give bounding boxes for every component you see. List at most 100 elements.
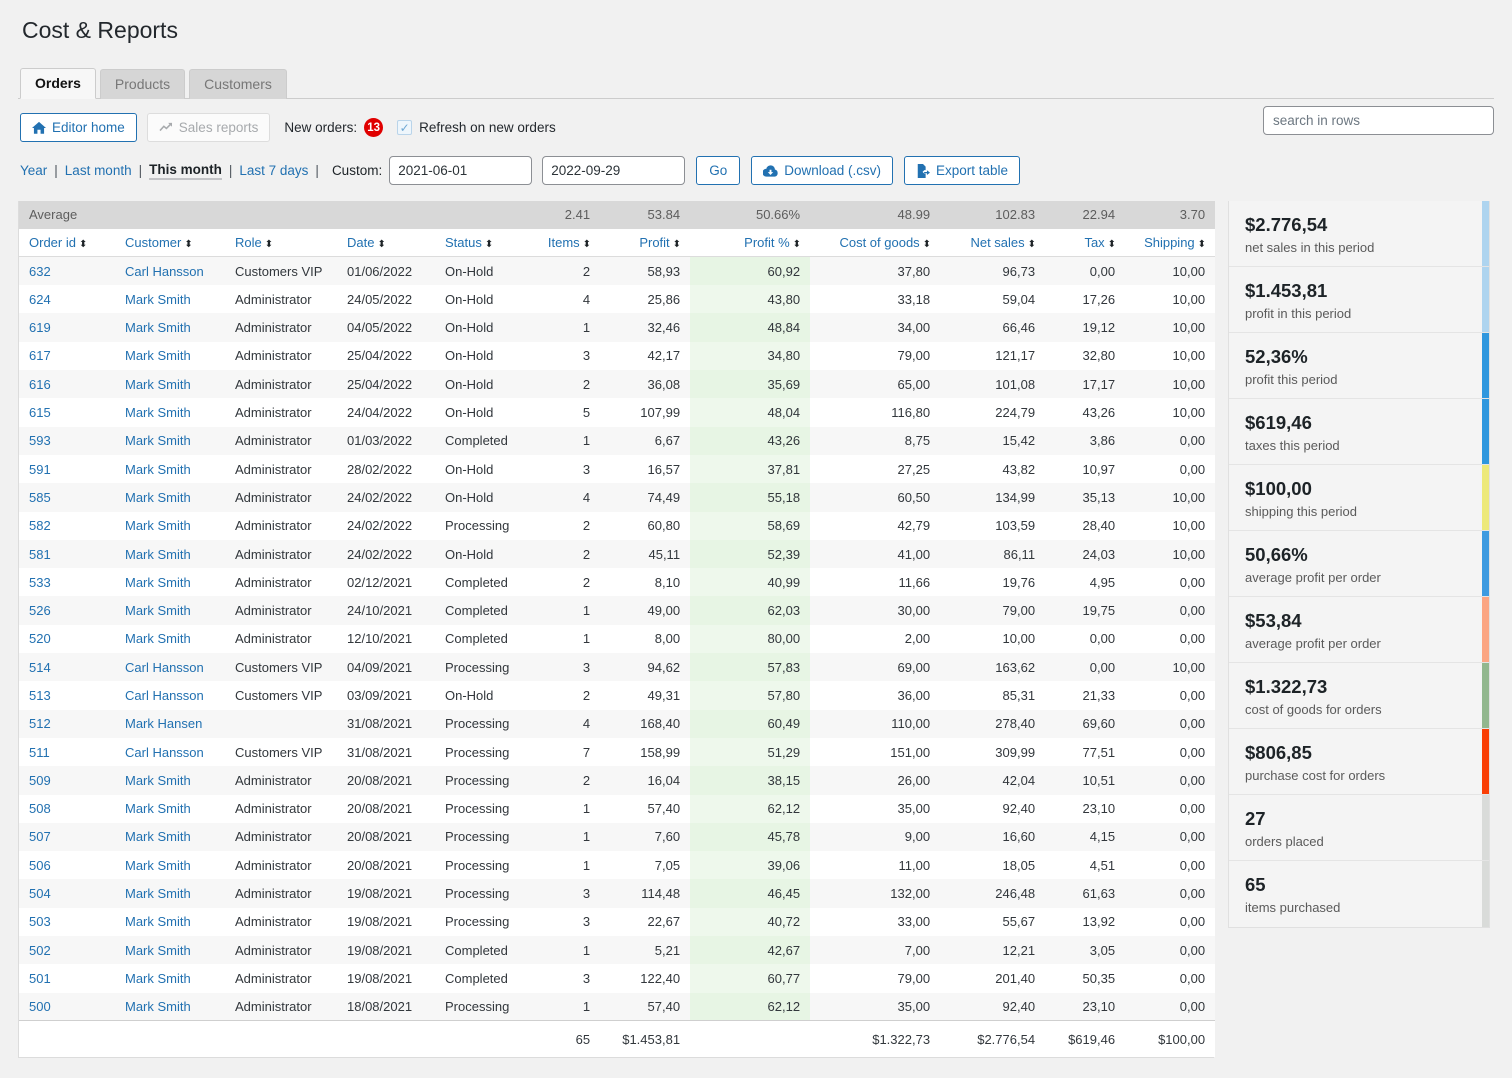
order-id-link[interactable]: 617 bbox=[29, 348, 51, 363]
sort-arrows-icon[interactable]: ⬍ bbox=[1028, 239, 1035, 250]
customer-link[interactable]: Mark Smith bbox=[125, 433, 191, 448]
column-header-profit[interactable]: Profit⬍ bbox=[600, 229, 690, 257]
column-header-date[interactable]: Date⬍ bbox=[337, 229, 435, 257]
customer-link[interactable]: Carl Hansson bbox=[125, 745, 204, 760]
order-id-link[interactable]: 503 bbox=[29, 914, 51, 929]
cell-date: 24/02/2022 bbox=[337, 512, 435, 540]
order-id-link[interactable]: 581 bbox=[29, 547, 51, 562]
customer-link[interactable]: Mark Smith bbox=[125, 829, 191, 844]
customer-link[interactable]: Mark Smith bbox=[125, 886, 191, 901]
column-header-status[interactable]: Status⬍ bbox=[435, 229, 515, 257]
sort-arrows-icon[interactable]: ⬍ bbox=[583, 239, 590, 250]
order-id-link[interactable]: 508 bbox=[29, 801, 51, 816]
order-id-link[interactable]: 624 bbox=[29, 292, 51, 307]
customer-link[interactable]: Mark Smith bbox=[125, 773, 191, 788]
customer-link[interactable]: Mark Smith bbox=[125, 858, 191, 873]
order-id-link[interactable]: 506 bbox=[29, 858, 51, 873]
column-header-profit-pct[interactable]: Profit %⬍ bbox=[690, 229, 810, 257]
sort-arrows-icon[interactable]: ⬍ bbox=[673, 239, 680, 250]
sort-arrows-icon[interactable]: ⬍ bbox=[1198, 239, 1205, 250]
export-table-button[interactable]: Export table bbox=[904, 156, 1020, 185]
order-id-link[interactable]: 533 bbox=[29, 575, 51, 590]
column-header-role[interactable]: Role⬍ bbox=[225, 229, 337, 257]
column-header-net-sales[interactable]: Net sales⬍ bbox=[940, 229, 1045, 257]
order-id-link[interactable]: 526 bbox=[29, 603, 51, 618]
customer-link[interactable]: Mark Smith bbox=[125, 801, 191, 816]
order-id-link[interactable]: 616 bbox=[29, 377, 51, 392]
customer-link[interactable]: Mark Smith bbox=[125, 914, 191, 929]
sort-arrows-icon[interactable]: ⬍ bbox=[184, 239, 191, 250]
customer-link[interactable]: Carl Hansson bbox=[125, 688, 204, 703]
order-id-link[interactable]: 511 bbox=[29, 745, 50, 760]
date-range-link-last-7-days[interactable]: Last 7 days bbox=[239, 163, 308, 178]
order-id-link[interactable]: 504 bbox=[29, 886, 51, 901]
date-from-input[interactable] bbox=[389, 156, 532, 185]
total-shipping: $100,00 bbox=[1125, 1021, 1215, 1057]
sort-arrows-icon[interactable]: ⬍ bbox=[265, 239, 272, 250]
order-id-link[interactable]: 619 bbox=[29, 320, 51, 335]
customer-link[interactable]: Mark Smith bbox=[125, 320, 191, 335]
customer-link[interactable]: Mark Smith bbox=[125, 631, 191, 646]
tab-products[interactable]: Products bbox=[100, 69, 185, 99]
customer-link[interactable]: Mark Smith bbox=[125, 943, 191, 958]
tab-orders[interactable]: Orders bbox=[20, 68, 96, 99]
order-id-link[interactable]: 513 bbox=[29, 688, 51, 703]
order-id-link[interactable]: 632 bbox=[29, 264, 51, 279]
cell-status: On-Hold bbox=[435, 455, 515, 483]
order-id-link[interactable]: 507 bbox=[29, 829, 51, 844]
column-header-customer[interactable]: Customer⬍ bbox=[115, 229, 225, 257]
customer-link[interactable]: Mark Smith bbox=[125, 999, 191, 1014]
order-id-link[interactable]: 512 bbox=[29, 716, 51, 731]
customer-link[interactable]: Mark Hansen bbox=[125, 716, 202, 731]
sort-arrows-icon[interactable]: ⬍ bbox=[79, 239, 86, 250]
download-csv-button[interactable]: Download (.csv) bbox=[751, 156, 893, 185]
order-id-link[interactable]: 582 bbox=[29, 518, 51, 533]
editor-home-button[interactable]: Editor home bbox=[20, 113, 137, 142]
customer-link[interactable]: Mark Smith bbox=[125, 603, 191, 618]
date-range-link-this-month[interactable]: This month bbox=[149, 162, 222, 180]
customer-link[interactable]: Mark Smith bbox=[125, 547, 191, 562]
order-id-link[interactable]: 502 bbox=[29, 943, 51, 958]
customer-link[interactable]: Mark Smith bbox=[125, 518, 191, 533]
sort-arrows-icon[interactable]: ⬍ bbox=[793, 239, 800, 250]
date-range-link-year[interactable]: Year bbox=[20, 163, 47, 178]
customer-link[interactable]: Mark Smith bbox=[125, 575, 191, 590]
tab-customers[interactable]: Customers bbox=[189, 69, 287, 99]
date-to-input[interactable] bbox=[542, 156, 685, 185]
sort-arrows-icon[interactable]: ⬍ bbox=[377, 239, 384, 250]
customer-link[interactable]: Carl Hansson bbox=[125, 660, 204, 675]
customer-link[interactable]: Mark Smith bbox=[125, 377, 191, 392]
sort-arrows-icon[interactable]: ⬍ bbox=[1108, 239, 1115, 250]
column-header-order-id[interactable]: Order id⬍ bbox=[19, 229, 115, 257]
cell-date: 19/08/2021 bbox=[337, 936, 435, 964]
customer-link[interactable]: Mark Smith bbox=[125, 462, 191, 477]
column-header-shipping[interactable]: Shipping⬍ bbox=[1125, 229, 1215, 257]
cell-shipping: 0,00 bbox=[1125, 596, 1215, 624]
checkbox-checked-icon[interactable]: ✓ bbox=[397, 120, 412, 135]
order-id-link[interactable]: 591 bbox=[29, 462, 51, 477]
sort-arrows-icon[interactable]: ⬍ bbox=[923, 239, 930, 250]
customer-link[interactable]: Mark Smith bbox=[125, 971, 191, 986]
order-id-link[interactable]: 585 bbox=[29, 490, 51, 505]
customer-link[interactable]: Mark Smith bbox=[125, 405, 191, 420]
order-id-link[interactable]: 500 bbox=[29, 999, 51, 1014]
date-range-link-last-month[interactable]: Last month bbox=[65, 163, 132, 178]
column-header-cost-of-goods[interactable]: Cost of goods⬍ bbox=[810, 229, 940, 257]
order-id-link[interactable]: 509 bbox=[29, 773, 51, 788]
column-header-items[interactable]: Items⬍ bbox=[515, 229, 600, 257]
customer-link[interactable]: Mark Smith bbox=[125, 348, 191, 363]
customer-link[interactable]: Carl Hansson bbox=[125, 264, 204, 279]
customer-link[interactable]: Mark Smith bbox=[125, 490, 191, 505]
customer-link[interactable]: Mark Smith bbox=[125, 292, 191, 307]
order-id-link[interactable]: 520 bbox=[29, 631, 51, 646]
sales-reports-button[interactable]: Sales reports bbox=[147, 113, 271, 142]
order-id-link[interactable]: 615 bbox=[29, 405, 51, 420]
order-id-link[interactable]: 514 bbox=[29, 660, 51, 675]
column-header-tax[interactable]: Tax⬍ bbox=[1045, 229, 1125, 257]
go-button[interactable]: Go bbox=[696, 156, 740, 185]
sort-arrows-icon[interactable]: ⬍ bbox=[485, 239, 492, 250]
order-id-link[interactable]: 593 bbox=[29, 433, 51, 448]
order-id-link[interactable]: 501 bbox=[29, 971, 51, 986]
refresh-on-new-orders-toggle[interactable]: ✓ Refresh on new orders bbox=[397, 120, 556, 135]
search-input[interactable] bbox=[1263, 106, 1494, 135]
